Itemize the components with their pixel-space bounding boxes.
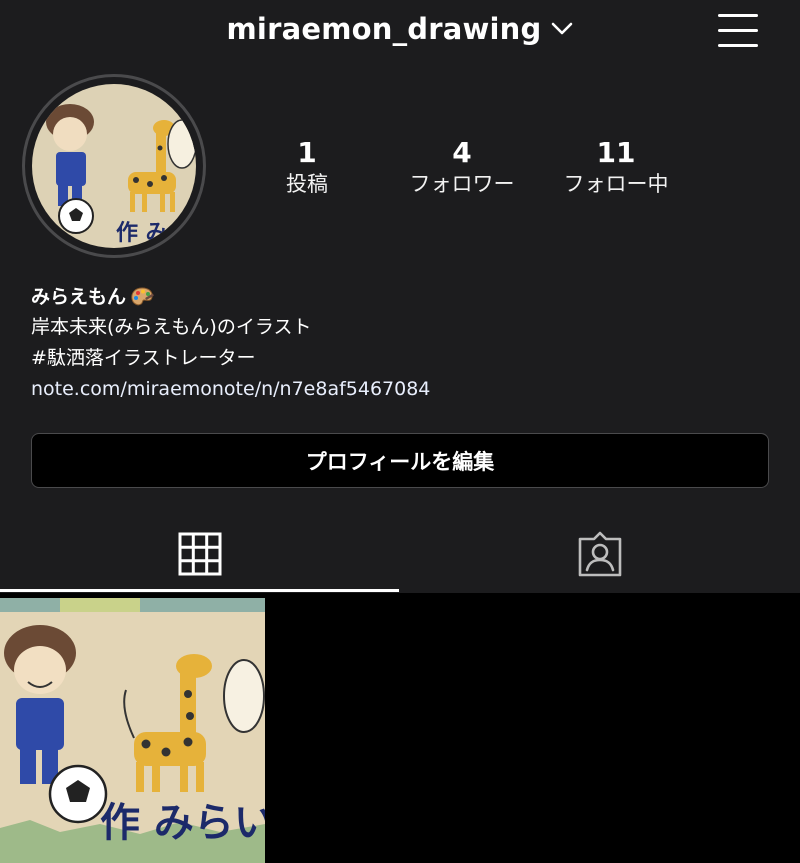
bio-line-1: 岸本未来(みらえもん)のイラスト xyxy=(31,316,312,338)
grid-icon xyxy=(178,532,222,576)
posts-count: 1 xyxy=(297,136,317,169)
followers-label: フォロワー xyxy=(409,172,515,196)
following-label: フォロー中 xyxy=(563,172,669,196)
bio-hashtag[interactable]: #駄洒落イラストレーター xyxy=(31,343,771,374)
profile-name-row: みらえもん xyxy=(31,282,771,312)
stat-following[interactable]: 11 フォロー中 xyxy=(536,136,696,198)
avatar-image: 作 みらい xyxy=(32,84,196,248)
posts-grid: 作 みらい xyxy=(0,593,800,863)
profile-name: みらえもん xyxy=(31,286,127,308)
active-tab-indicator xyxy=(0,589,399,592)
thumbnail-signature: 作 みらい xyxy=(100,800,265,846)
stat-posts[interactable]: 1 投稿 xyxy=(227,136,387,198)
top-header: miraemon_drawing xyxy=(0,0,800,64)
post-thumbnail[interactable]: 作 みらい xyxy=(0,598,265,863)
account-switcher-button[interactable]: miraemon_drawing xyxy=(227,12,574,46)
tab-grid[interactable] xyxy=(0,515,400,593)
profile-tabs xyxy=(0,515,800,593)
artist-palette-icon xyxy=(131,287,154,306)
following-count: 11 xyxy=(596,136,636,169)
posts-label: 投稿 xyxy=(286,172,328,196)
avatar-signature: 作 みらい xyxy=(116,221,196,246)
bio-website-link[interactable]: note.com/miraemonote/n/n7e8af5467084 xyxy=(31,374,771,405)
tab-tagged[interactable] xyxy=(400,515,800,593)
username-wrap: miraemon_drawing xyxy=(0,12,800,46)
stat-followers[interactable]: 4 フォロワー xyxy=(382,136,542,198)
edit-profile-button[interactable]: プロフィールを編集 xyxy=(31,433,769,488)
profile-avatar[interactable]: 作 みらい xyxy=(22,74,206,258)
hamburger-menu-icon[interactable] xyxy=(718,14,758,48)
followers-count: 4 xyxy=(452,136,472,169)
profile-bio: みらえもん 岸本未来(みらえもん)のイラスト #駄洒落イラストレーター note… xyxy=(31,282,771,405)
username-text: miraemon_drawing xyxy=(226,12,542,46)
chevron-down-icon xyxy=(552,22,573,35)
tagged-person-icon xyxy=(578,531,622,577)
